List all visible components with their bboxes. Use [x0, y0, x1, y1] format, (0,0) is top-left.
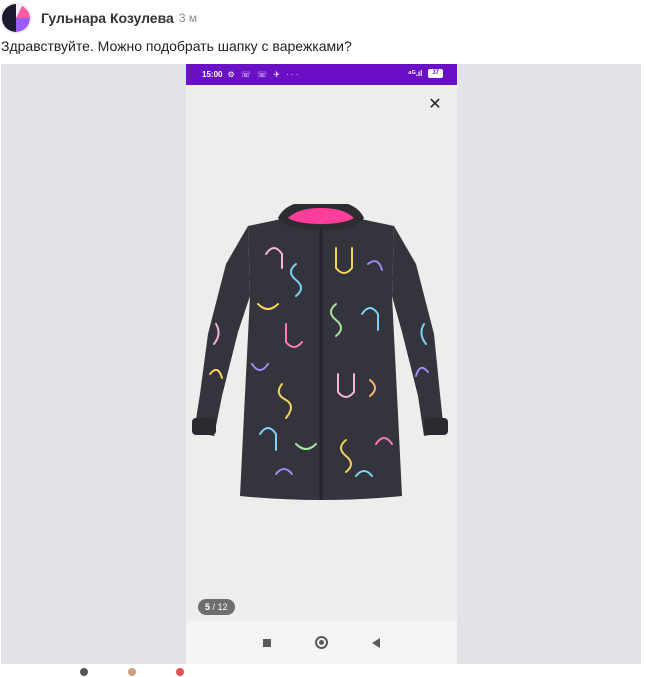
- left-sleeve: [194, 226, 250, 436]
- image-attachment[interactable]: 15:00 ⚙ ☏ ☏ ✈ ··· ⁴ᴳ.ıl 37 ✕ 5 / 12: [1, 64, 641, 664]
- reaction-icon[interactable]: [80, 668, 88, 676]
- android-navbar: [186, 621, 457, 664]
- page-current: 5: [205, 602, 211, 612]
- emoji-icon[interactable]: [128, 668, 136, 676]
- avatar[interactable]: [0, 2, 32, 34]
- page-total: / 12: [212, 602, 228, 612]
- recents-icon[interactable]: [263, 638, 271, 647]
- status-icons: ⚙ ☏ ☏ ✈ ···: [227, 70, 301, 79]
- heart-icon[interactable]: [176, 668, 184, 676]
- close-icon[interactable]: ✕: [427, 97, 443, 113]
- back-icon[interactable]: [372, 637, 380, 648]
- phone-status-bar: 15:00 ⚙ ☏ ☏ ✈ ··· ⁴ᴳ.ıl 37: [186, 64, 457, 85]
- right-cuff: [424, 418, 448, 435]
- left-cuff: [192, 418, 216, 435]
- battery-icon: 37: [428, 69, 443, 78]
- post-header: Гульнара Козулева 3 м: [0, 2, 646, 34]
- author-name[interactable]: Гульнара Козулева: [41, 10, 174, 26]
- phone-screenshot: 15:00 ⚙ ☏ ☏ ✈ ··· ⁴ᴳ.ıl 37 ✕ 5 / 12: [186, 64, 457, 664]
- post-time: 3 м: [178, 11, 198, 25]
- home-icon[interactable]: [315, 636, 328, 649]
- status-right: ⁴ᴳ.ıl 37: [408, 69, 443, 78]
- status-time: 15:00: [202, 70, 223, 79]
- avatar-logo-icon: [0, 2, 32, 34]
- jacket-product-image: [192, 204, 448, 500]
- right-sleeve: [392, 226, 444, 436]
- signal-icon: ⁴ᴳ.ıl: [407, 69, 423, 78]
- message-text: Здравствуйте. Можно подобрать шапку с ва…: [1, 38, 352, 54]
- reaction-row: [80, 668, 184, 677]
- page-counter: 5 / 12: [198, 599, 235, 615]
